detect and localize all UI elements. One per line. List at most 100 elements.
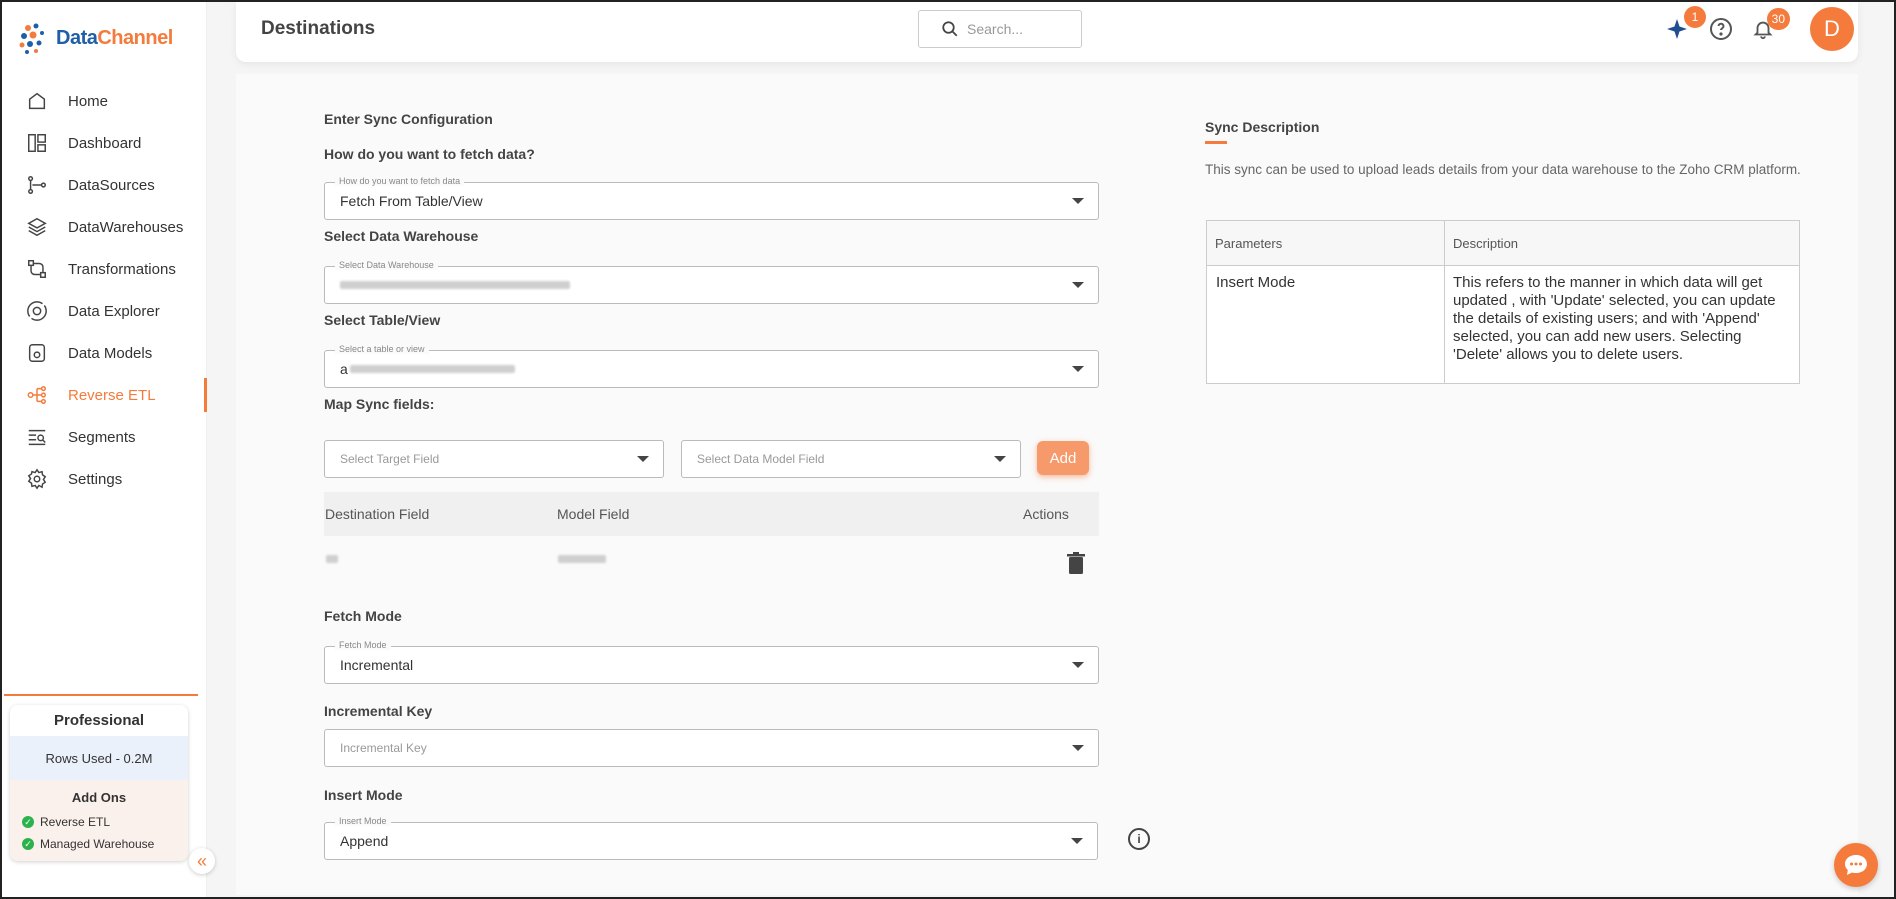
sync-description-title: Sync Description bbox=[1205, 119, 1320, 135]
parameters-table: Parameters Description Insert Mode This … bbox=[1206, 220, 1800, 384]
page-title: Destinations bbox=[261, 18, 376, 39]
target-field-select[interactable]: Select Target Field bbox=[324, 440, 664, 478]
insert-mode-label: Insert Mode bbox=[324, 787, 403, 803]
settings-icon bbox=[24, 466, 50, 492]
ai-sparkle-button[interactable]: 1 bbox=[1664, 6, 1706, 42]
redacted-value bbox=[340, 281, 570, 289]
table-view-select[interactable]: Select a table or view a bbox=[324, 344, 1099, 388]
sidebar-item-datasources[interactable]: DataSources bbox=[2, 164, 207, 206]
parameter-name: Insert Mode bbox=[1216, 274, 1296, 291]
caret-down-icon bbox=[637, 456, 649, 462]
logo-text: DataChannel bbox=[56, 26, 173, 49]
fetch-mode-select[interactable]: Fetch Mode Incremental bbox=[324, 640, 1099, 684]
help-button[interactable] bbox=[1708, 16, 1734, 42]
select-placeholder: Select Target Field bbox=[340, 452, 440, 466]
sidebar-item-label: Data Explorer bbox=[68, 302, 160, 320]
sidebar-item-data-models[interactable]: Data Models bbox=[2, 332, 207, 374]
table-row bbox=[324, 536, 1099, 580]
caret-down-icon bbox=[1072, 366, 1084, 372]
warehouse-label: Select Data Warehouse bbox=[324, 228, 479, 244]
parameter-description: This refers to the manner in which data … bbox=[1453, 274, 1776, 363]
sidebar-item-label: Dashboard bbox=[68, 134, 142, 152]
search-icon bbox=[942, 21, 958, 37]
delete-mapping-button[interactable] bbox=[1067, 552, 1085, 579]
double-chevron-left-icon: « bbox=[196, 850, 207, 871]
sidebar-item-datawarehouses[interactable]: DataWarehouses bbox=[2, 206, 207, 248]
sidebar: DataChannel Home Dashboard DataSources D… bbox=[2, 2, 207, 897]
incremental-key-label: Incremental Key bbox=[324, 703, 433, 719]
select-value: Fetch From Table/View bbox=[340, 193, 483, 209]
trash-icon bbox=[1067, 552, 1085, 574]
chat-icon bbox=[1845, 855, 1867, 875]
fetch-method-select[interactable]: How do you want to fetch data Fetch From… bbox=[324, 176, 1099, 220]
check-icon: ✓ bbox=[22, 838, 34, 850]
dashboard-icon bbox=[24, 130, 50, 156]
incremental-key-select[interactable]: Incremental Key bbox=[324, 729, 1099, 767]
redacted-value bbox=[349, 365, 515, 373]
main-content: Enter Sync Configuration How do you want… bbox=[236, 74, 1858, 895]
caret-down-icon bbox=[994, 456, 1006, 462]
sidebar-item-label: DataWarehouses bbox=[68, 218, 184, 236]
data-models-icon bbox=[24, 340, 50, 366]
select-value: a bbox=[340, 361, 348, 377]
sidebar-item-label: Segments bbox=[68, 428, 136, 446]
notification-badge: 30 bbox=[1766, 8, 1790, 30]
help-icon bbox=[1710, 18, 1732, 40]
addons-section: Add Ons ✓ Reverse ETL ✓ Managed Warehouse bbox=[10, 780, 188, 861]
header: Destinations Search... 1 30 D bbox=[236, 2, 1858, 62]
search-placeholder: Search... bbox=[967, 21, 1024, 37]
select-placeholder: Select Data Model Field bbox=[697, 452, 825, 466]
fetch-mode-label: Fetch Mode bbox=[324, 608, 402, 624]
sidebar-item-reverse-etl[interactable]: Reverse ETL bbox=[2, 374, 207, 416]
column-header: Description bbox=[1445, 221, 1799, 266]
sidebar-item-label: Home bbox=[68, 92, 109, 110]
ai-badge: 1 bbox=[1684, 6, 1706, 28]
data-explorer-icon bbox=[24, 298, 50, 324]
notifications-button[interactable]: 30 bbox=[1750, 8, 1790, 42]
sidebar-item-home[interactable]: Home bbox=[2, 80, 207, 122]
caret-down-icon bbox=[1072, 198, 1084, 204]
chat-button[interactable] bbox=[1834, 843, 1878, 887]
home-icon bbox=[24, 88, 50, 114]
column-header: Model Field bbox=[557, 506, 630, 522]
data-model-field-select[interactable]: Select Data Model Field bbox=[681, 440, 1021, 478]
segments-icon bbox=[24, 424, 50, 450]
mapping-table-header: Destination Field Model Field Actions bbox=[324, 492, 1099, 536]
caret-down-icon bbox=[1072, 745, 1084, 751]
column-header: Destination Field bbox=[325, 506, 430, 522]
select-value: Incremental bbox=[340, 657, 414, 673]
sidebar-item-label: Transformations bbox=[68, 260, 176, 278]
logo[interactable]: DataChannel bbox=[16, 20, 173, 56]
redacted-destination-field bbox=[326, 555, 338, 563]
divider bbox=[1444, 221, 1445, 383]
sync-description-text: This sync can be used to upload leads de… bbox=[1205, 162, 1801, 177]
addon-item: ✓ Managed Warehouse bbox=[10, 833, 188, 855]
column-header: Actions bbox=[1023, 506, 1069, 522]
add-mapping-button[interactable]: Add bbox=[1037, 441, 1089, 475]
sidebar-item-label: Settings bbox=[68, 470, 123, 488]
sidebar-item-label: DataSources bbox=[68, 176, 155, 194]
redacted-model-field bbox=[558, 555, 606, 563]
select-placeholder: Incremental Key bbox=[340, 741, 427, 755]
insert-mode-select[interactable]: Insert Mode Append bbox=[324, 816, 1098, 860]
data-warehouse-select[interactable]: Select Data Warehouse bbox=[324, 260, 1099, 304]
sidebar-item-dashboard[interactable]: Dashboard bbox=[2, 122, 207, 164]
sidebar-item-label: Reverse ETL bbox=[68, 386, 156, 404]
caret-down-icon bbox=[1072, 282, 1084, 288]
sidebar-item-transformations[interactable]: Transformations bbox=[2, 248, 207, 290]
caret-down-icon bbox=[1071, 838, 1083, 844]
float-label: Select a table or view bbox=[335, 344, 429, 354]
form-heading: Enter Sync Configuration bbox=[324, 111, 493, 127]
sidebar-item-settings[interactable]: Settings bbox=[2, 458, 207, 500]
search-input[interactable]: Search... bbox=[918, 10, 1082, 48]
reverse-etl-icon bbox=[24, 382, 50, 408]
datawarehouses-icon bbox=[24, 214, 50, 240]
sidebar-item-segments[interactable]: Segments bbox=[2, 416, 207, 458]
info-icon[interactable]: i bbox=[1128, 828, 1150, 850]
map-label: Map Sync fields: bbox=[324, 396, 435, 412]
plan-card: Professional Rows Used - 0.2M Add Ons ✓ R… bbox=[10, 705, 188, 861]
collapse-sidebar-button[interactable]: « bbox=[189, 848, 215, 874]
avatar[interactable]: D bbox=[1810, 7, 1854, 51]
sidebar-item-data-explorer[interactable]: Data Explorer bbox=[2, 290, 207, 332]
select-value: Append bbox=[340, 833, 389, 849]
